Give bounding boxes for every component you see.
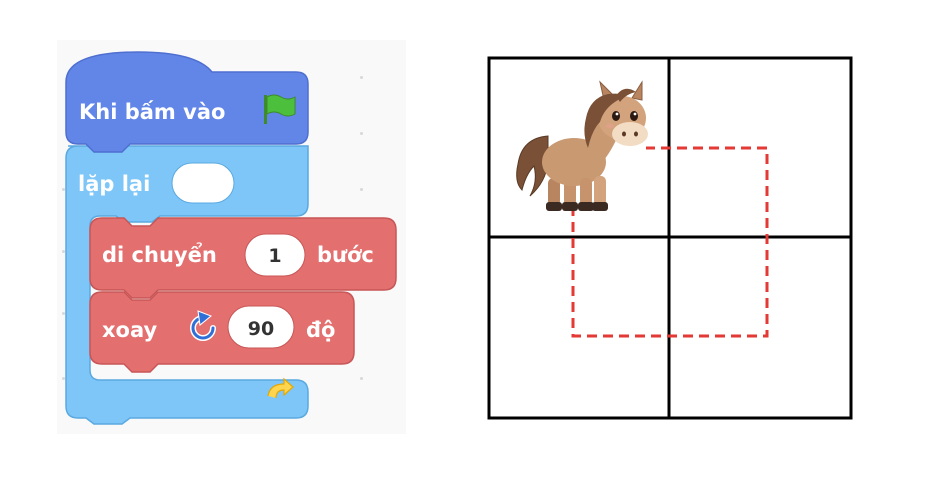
horse-sprite [516, 80, 648, 211]
stage-grid [487, 56, 853, 420]
